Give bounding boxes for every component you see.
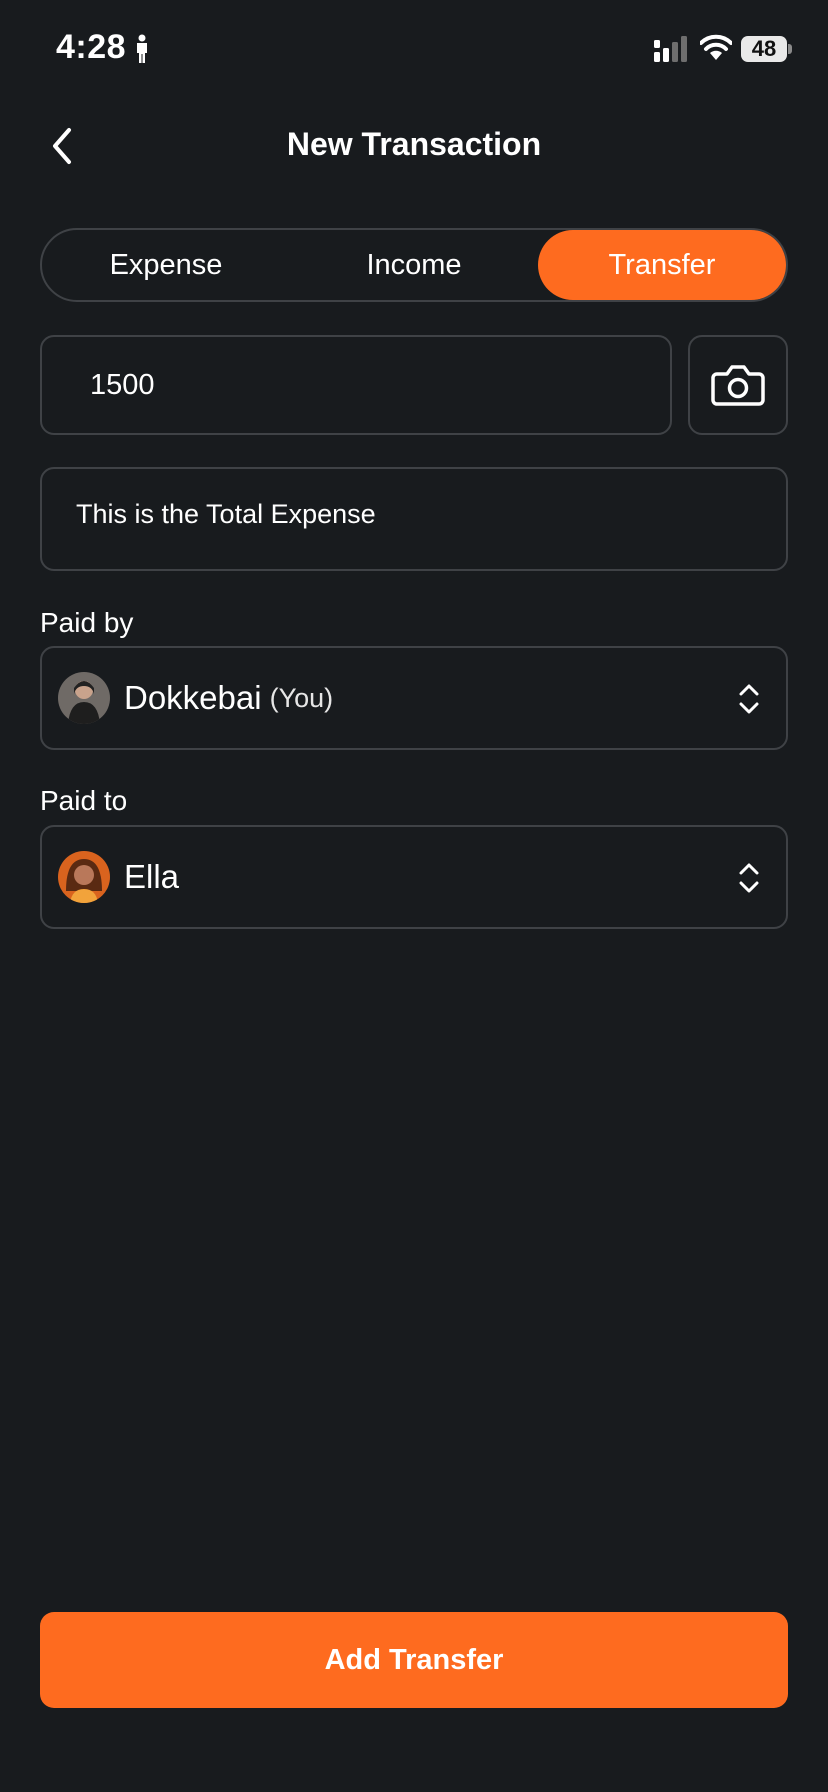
- page-title: New Transaction: [286, 126, 542, 162]
- paid-to-select[interactable]: Ella: [40, 825, 788, 929]
- battery-cap: [788, 44, 792, 54]
- status-bar: 4:28 48: [0, 0, 828, 100]
- paid-to-name: Ella: [124, 858, 180, 895]
- status-time: 4:28: [56, 28, 127, 66]
- chevron-up-down-icon: [739, 863, 759, 893]
- avatar: [58, 672, 110, 724]
- add-transfer-button[interactable]: Add Transfer: [40, 1612, 788, 1708]
- transaction-type-tabs: Expense Income Transfer: [40, 228, 788, 302]
- description-input[interactable]: This is the Total Expense: [40, 467, 788, 571]
- tab-expense[interactable]: Expense: [42, 230, 290, 300]
- wifi-icon: [700, 34, 732, 60]
- battery-icon: 48: [741, 36, 792, 62]
- paid-by-name: Dokkebai: [124, 679, 262, 716]
- paid-to-label: Paid to: [40, 785, 128, 816]
- signal-icon: [654, 36, 687, 62]
- tab-transfer[interactable]: Transfer: [538, 230, 786, 300]
- paid-by-select[interactable]: Dokkebai (You): [40, 646, 788, 750]
- battery-level: 48: [741, 36, 787, 62]
- chevron-up-down-icon: [739, 684, 759, 714]
- paid-by-you-tag: (You): [269, 682, 334, 713]
- new-transaction-screen: 4:28 48 New Transaction Expense Income T…: [0, 0, 828, 1792]
- paid-by-label: Paid by: [40, 607, 134, 638]
- tab-income[interactable]: Income: [290, 230, 538, 300]
- avatar: [58, 851, 110, 903]
- camera-button[interactable]: [688, 335, 788, 435]
- amount-input[interactable]: 1500: [40, 335, 672, 435]
- person-icon: [137, 34, 147, 63]
- camera-icon: [711, 365, 765, 406]
